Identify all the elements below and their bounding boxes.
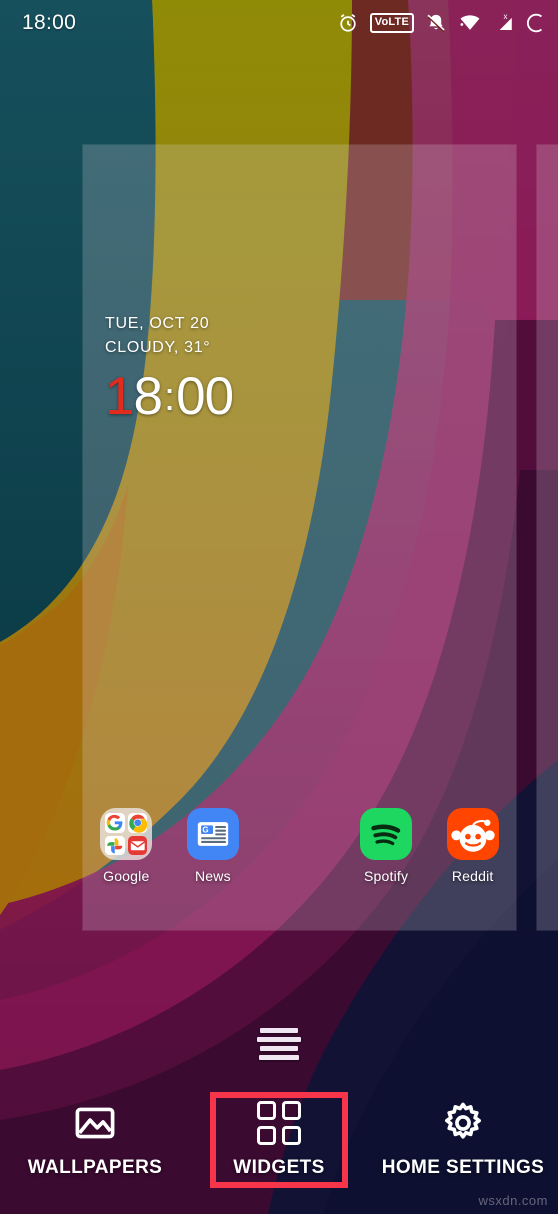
dock-item-reddit[interactable]: Reddit: [429, 808, 516, 884]
widget-date: TUE, OCT 20: [105, 315, 210, 332]
spotify-icon[interactable]: [360, 808, 413, 860]
svg-text:G: G: [202, 825, 208, 834]
wallpaper-image-icon: [75, 1107, 115, 1139]
google-search-icon: [105, 813, 125, 833]
status-bar-clock: 18:00: [22, 11, 77, 34]
widgets-label: WIDGETS: [233, 1157, 325, 1178]
svg-text:x: x: [504, 12, 508, 21]
google-news-icon[interactable]: G: [186, 808, 239, 860]
widgets-button[interactable]: WIDGETS: [210, 1092, 348, 1188]
dock-item-google[interactable]: Google: [83, 808, 170, 884]
widget-time-separator: :: [163, 375, 175, 419]
gmail-icon: [127, 835, 148, 855]
page-indicator-bar: [260, 1046, 298, 1051]
widget-time: 1 8 : 00: [105, 367, 234, 430]
page-indicator-bar: [259, 1055, 299, 1060]
dock-label-news: News: [194, 868, 231, 884]
alarm-icon: [340, 14, 356, 32]
widget-time-minutes: 00: [176, 367, 234, 426]
clock-weather-widget[interactable]: TUE, OCT 20 CLOUDY, 31° 1 8 : 00: [105, 312, 234, 430]
home-screen-page-next[interactable]: [537, 145, 558, 930]
widget-time-digit-2: 8: [133, 367, 163, 426]
widgets-grid-icon: [257, 1101, 301, 1145]
home-settings-label: HOME SETTINGS: [381, 1157, 545, 1178]
dock-item-news[interactable]: G News: [170, 808, 257, 884]
dock-label-google: Google: [103, 868, 150, 884]
cellular-signal-icon: x: [499, 12, 512, 30]
page-indicator-bar: [260, 1028, 298, 1033]
status-bar: 18:00 VoLTE x: [0, 0, 558, 46]
wifi-icon: [460, 15, 480, 30]
widget-weather: CLOUDY, 31°: [105, 339, 211, 356]
home-editor-action-bar: WALLPAPERS WIDGETS HOME SETTINGS: [0, 1080, 558, 1200]
volte-icon: VoLTE: [369, 13, 414, 33]
mute-icon: [427, 14, 445, 33]
home-screen-editor: 18:00 VoLTE x TUE, OCT 20 CLOUDY, 31° 1 …: [0, 0, 558, 1214]
page-indicator-bar: [257, 1037, 301, 1042]
watermark: wsxdn.com: [478, 1193, 548, 1208]
home-screen-page-indicator[interactable]: [0, 1028, 558, 1060]
widget-time-digit-1: 1: [105, 367, 135, 426]
dock-item-spotify[interactable]: Spotify: [343, 808, 430, 884]
dock: Google G News Spotify Reddit: [83, 808, 516, 908]
gear-icon: [445, 1102, 481, 1139]
google-folder-icon[interactable]: [100, 808, 153, 860]
battery-icon: [526, 13, 542, 33]
wallpapers-label: WALLPAPERS: [27, 1157, 163, 1178]
reddit-icon[interactable]: [446, 808, 499, 860]
home-screen-page-current[interactable]: TUE, OCT 20 CLOUDY, 31° 1 8 : 00 Google …: [83, 145, 516, 930]
dock-label-spotify: Spotify: [363, 868, 409, 884]
dock-label-reddit: Reddit: [451, 868, 494, 884]
chrome-icon: [127, 813, 148, 833]
google-photos-icon: [105, 835, 125, 855]
wallpapers-button[interactable]: WALLPAPERS: [20, 1090, 170, 1190]
home-screen-preview-area: TUE, OCT 20 CLOUDY, 31° 1 8 : 00 Google …: [0, 145, 558, 930]
status-bar-icons: VoLTE x: [337, 12, 546, 34]
home-settings-button[interactable]: HOME SETTINGS: [382, 1090, 544, 1190]
